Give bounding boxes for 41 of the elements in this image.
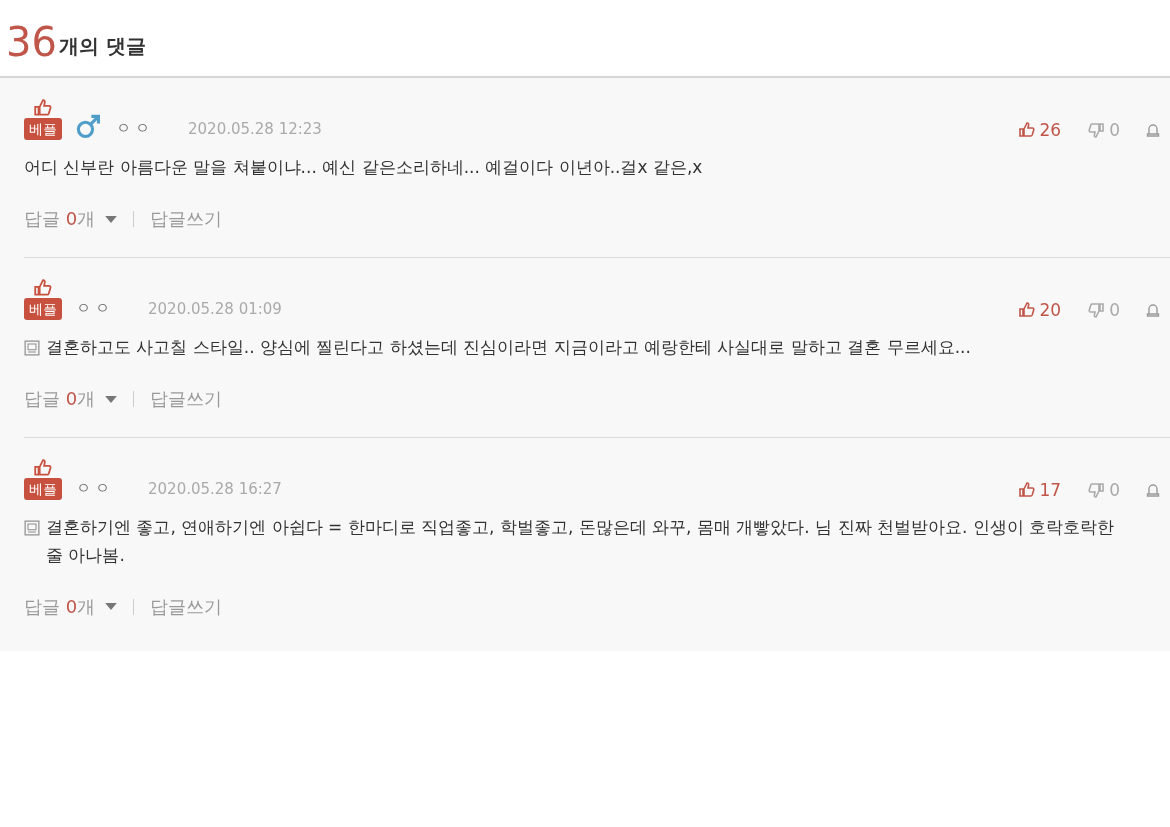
comment-count: 36 xyxy=(6,22,57,62)
comment-text: 어디 신부란 아름다운 말을 쳐붙이냐... 예신 같은소리하네... 예걸이다 이년아..걸x 같은,x xyxy=(24,156,703,179)
replies-toggle[interactable]: 답글 0개 xyxy=(24,387,96,412)
thumbs-down-icon xyxy=(1087,481,1106,500)
thumbs-down-icon xyxy=(1087,301,1106,320)
author-name[interactable]: ㅇㅇ xyxy=(76,299,114,319)
comments-heading: 개의 댓글 xyxy=(58,33,146,60)
best-badge: 베플 xyxy=(24,478,62,501)
best-badge: 베플 xyxy=(24,118,62,140)
thumbs-up-icon xyxy=(1017,481,1036,500)
like-button[interactable]: 20 xyxy=(1017,300,1062,321)
best-badge: 베플 xyxy=(24,298,62,321)
replies-toggle[interactable]: 답글 0개 xyxy=(24,207,96,232)
thumbs-up-icon xyxy=(1017,301,1036,320)
dislike-button[interactable]: 0 xyxy=(1087,480,1120,501)
dislike-button[interactable]: 0 xyxy=(1087,300,1120,321)
write-reply-link[interactable]: 답글쓰기 xyxy=(150,594,223,619)
siren-icon[interactable] xyxy=(1146,483,1160,498)
thumbs-down-icon xyxy=(1087,121,1106,139)
thumbs-up-icon xyxy=(33,458,53,479)
replies-toggle[interactable]: 답글 0개 xyxy=(24,594,96,619)
thumbs-up-icon xyxy=(1017,121,1036,139)
like-button[interactable]: 26 xyxy=(1017,120,1062,140)
author-name[interactable]: ㅇㅇ xyxy=(76,479,114,499)
siren-icon[interactable] xyxy=(1146,303,1160,318)
write-reply-link[interactable]: 답글쓰기 xyxy=(150,387,223,412)
comment-date: 2020.05.28 01:09 xyxy=(148,300,282,319)
caret-icon[interactable] xyxy=(105,215,118,223)
caret-icon[interactable] xyxy=(105,395,118,403)
comment-text: 결혼하기엔 좋고, 연애하기엔 아쉽다 = 한마디로 직업좋고, 학벌좋고, 돈많은데 와꾸, 몸매 개빻았다. 님 진짜 천벌받아요. 인생이 호락호락한 줄 아나봄. xyxy=(46,516,1116,567)
thumbs-up-icon xyxy=(33,98,53,118)
comment-text: 결혼하고도 사고칠 스타일.. 양심에 찔린다고 하셨는데 진심이라면 지금이라고 예랑한테 사실대로 말하고 결혼 무르세요... xyxy=(46,336,971,360)
comment-date: 2020.05.28 16:27 xyxy=(148,480,282,499)
thumbs-up-icon xyxy=(33,278,53,299)
like-button[interactable]: 17 xyxy=(1017,480,1062,501)
siren-icon[interactable] xyxy=(1146,123,1160,137)
write-reply-link[interactable]: 답글쓰기 xyxy=(150,207,223,232)
caret-icon[interactable] xyxy=(105,603,118,611)
author-name[interactable]: ㅇㅇ xyxy=(116,119,154,138)
comment-date: 2020.05.28 12:23 xyxy=(188,120,322,138)
dislike-button[interactable]: 0 xyxy=(1087,120,1120,140)
